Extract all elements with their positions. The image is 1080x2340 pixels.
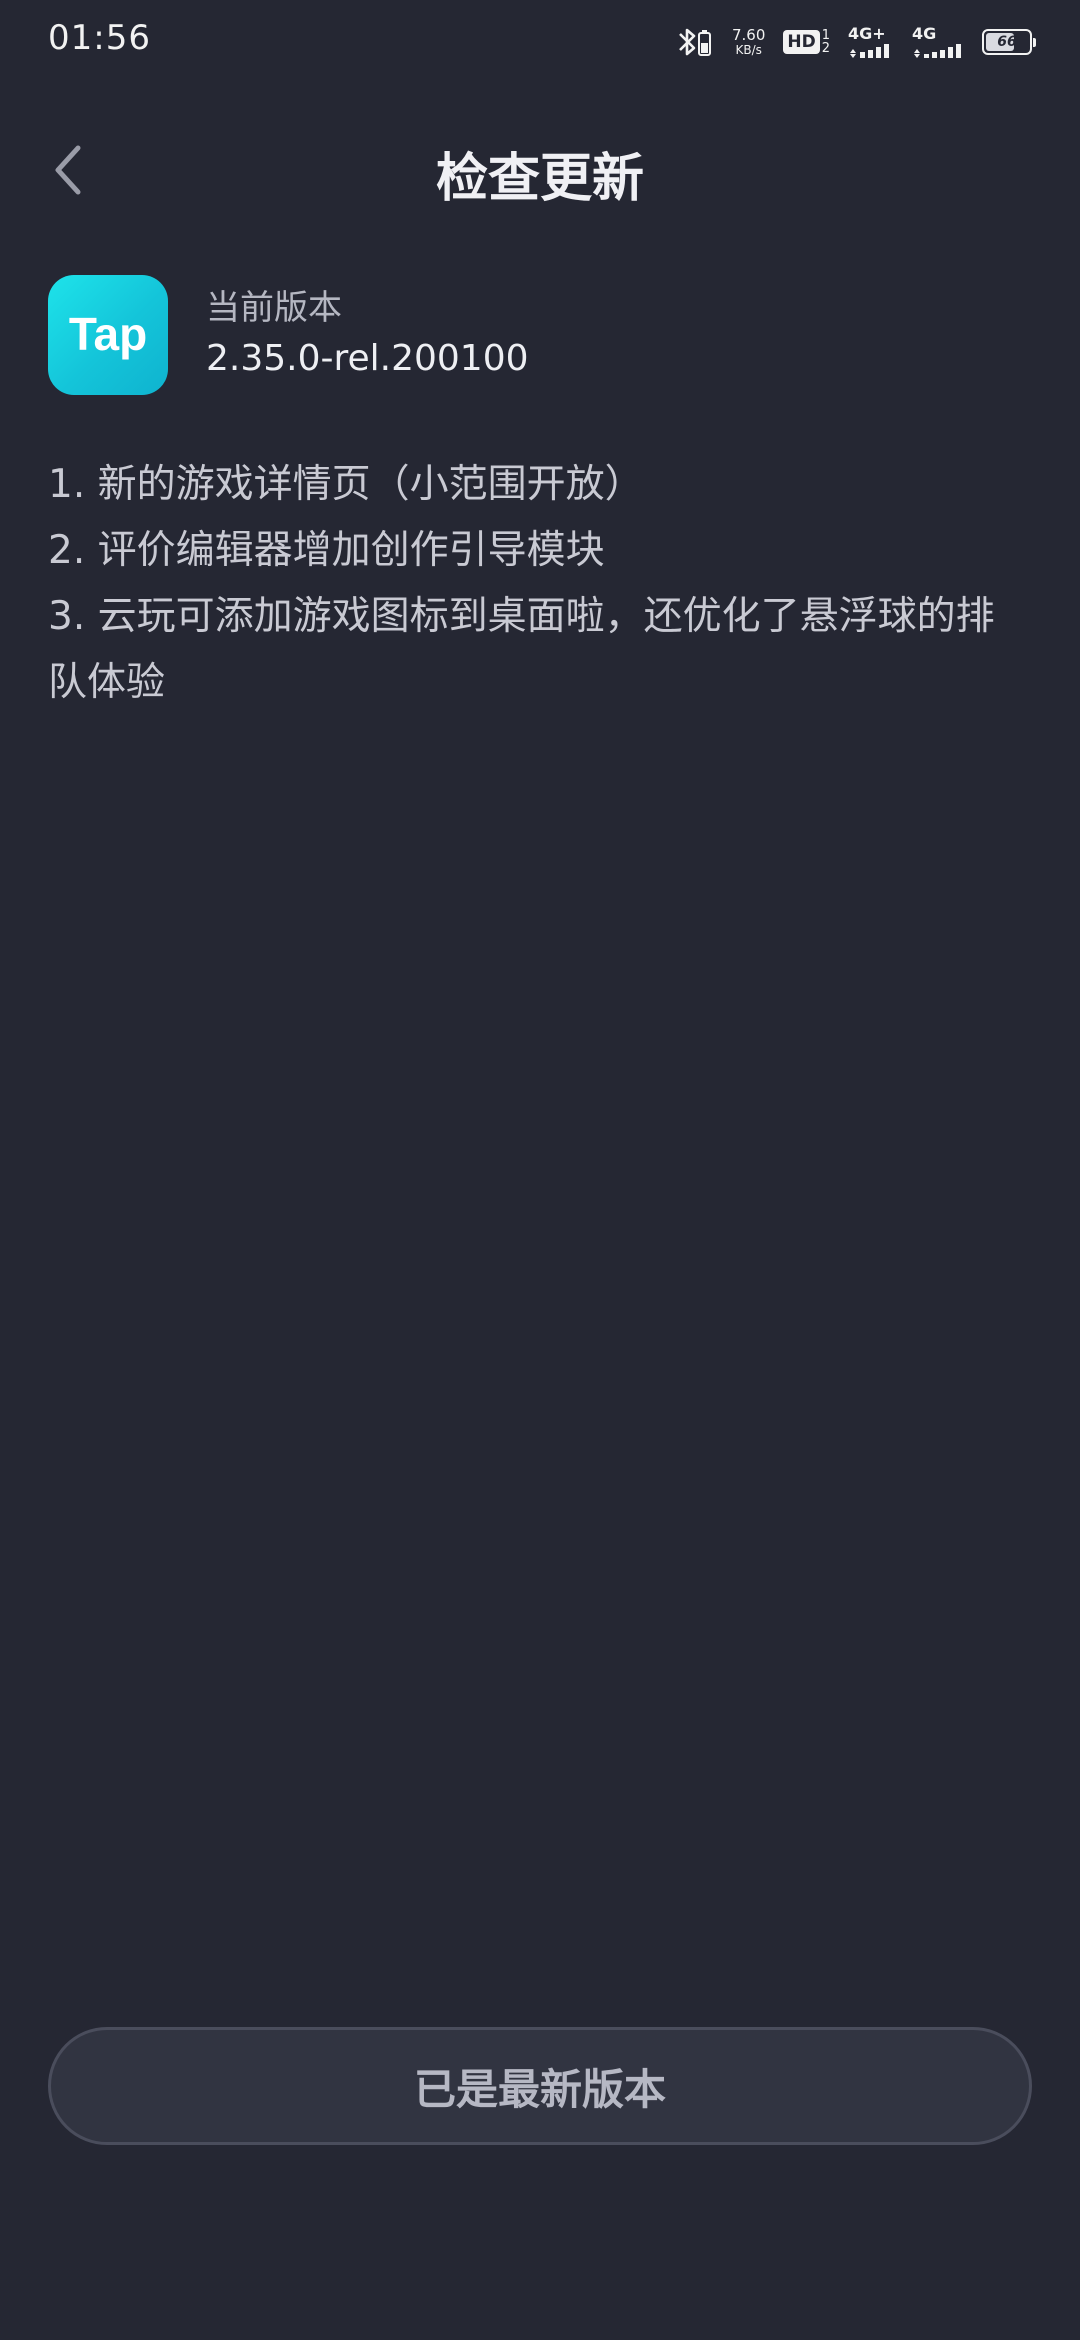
signal1-label: 4G+	[848, 24, 886, 43]
signal2-label: 4G	[912, 24, 937, 43]
battery-level: 66	[997, 34, 1017, 50]
network-speed-value: 7.60	[731, 26, 766, 45]
signal-4g-icon: 4G	[912, 26, 964, 58]
hd-label: HD	[783, 30, 820, 54]
changelog-item: 2. 评价编辑器增加创作引导模块	[48, 528, 605, 573]
network-speed-unit: KB/s	[735, 42, 762, 57]
version-number: 2.35.0-rel.200100	[206, 337, 529, 379]
status-bar: 01:56 7.60 KB/s HD 1 2 4G+ 4G 66	[0, 0, 1080, 80]
signal-4g-plus-icon: 4G+	[848, 26, 894, 58]
app-info: Tap 当前版本 2.35.0-rel.200100	[48, 275, 529, 395]
hd-voice-icon: HD 1 2	[783, 29, 830, 55]
status-icons: 7.60 KB/s HD 1 2 4G+ 4G 66	[676, 20, 1036, 64]
changelog-item: 1. 新的游戏详情页（小范围开放）	[48, 462, 644, 507]
bluetooth-icon	[676, 25, 714, 59]
hd-sim-bottom: 2	[821, 41, 830, 56]
status-time: 01:56	[48, 18, 151, 58]
battery-icon: 66	[982, 29, 1036, 55]
changelog-list: 1. 新的游戏详情页（小范围开放） 2. 评价编辑器增加创作引导模块 3. 云玩…	[48, 452, 1028, 716]
network-speed: 7.60 KB/s	[732, 27, 765, 57]
current-version-label: 当前版本	[206, 287, 342, 328]
up-to-date-button[interactable]: 已是最新版本	[48, 2027, 1032, 2145]
version-block: 当前版本 2.35.0-rel.200100	[206, 286, 529, 385]
header: 检查更新	[0, 120, 1080, 220]
logo-text: Tap	[69, 308, 147, 360]
changelog-item: 3. 云玩可添加游戏图标到桌面啦，还优化了悬浮球的排队体验	[48, 594, 995, 705]
taptap-logo: Tap	[48, 275, 168, 395]
page-title: 检查更新	[435, 149, 644, 209]
